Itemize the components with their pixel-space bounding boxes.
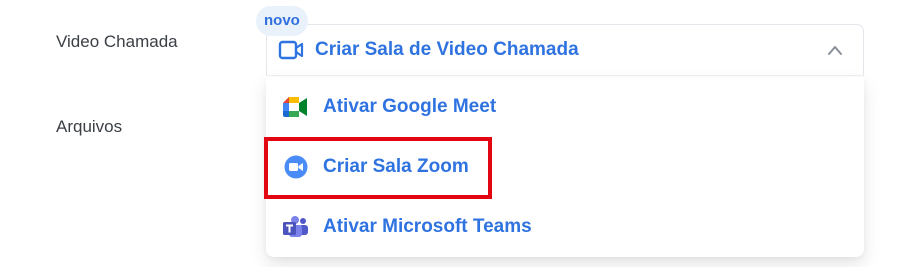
video-call-dropdown[interactable]: Criar Sala de Video Chamada xyxy=(266,24,864,76)
menu-item-label: Ativar Google Meet xyxy=(323,96,497,117)
new-badge: novo xyxy=(256,6,308,36)
files-label: Arquivos xyxy=(56,117,123,136)
menu-item-microsoft-teams[interactable]: Ativar Microsoft Teams xyxy=(266,197,864,257)
video-call-label: Video Chamada xyxy=(56,32,178,51)
menu-item-google-meet[interactable]: Ativar Google Meet xyxy=(266,77,864,137)
chevron-up-icon[interactable] xyxy=(827,43,843,57)
menu-item-label: Ativar Microsoft Teams xyxy=(323,216,532,237)
microsoft-teams-icon xyxy=(283,216,308,237)
highlight-annotation-box xyxy=(264,137,492,199)
dropdown-selected-label: Criar Sala de Video Chamada xyxy=(315,39,579,60)
video-camera-icon xyxy=(278,40,304,60)
google-meet-icon xyxy=(283,97,307,117)
